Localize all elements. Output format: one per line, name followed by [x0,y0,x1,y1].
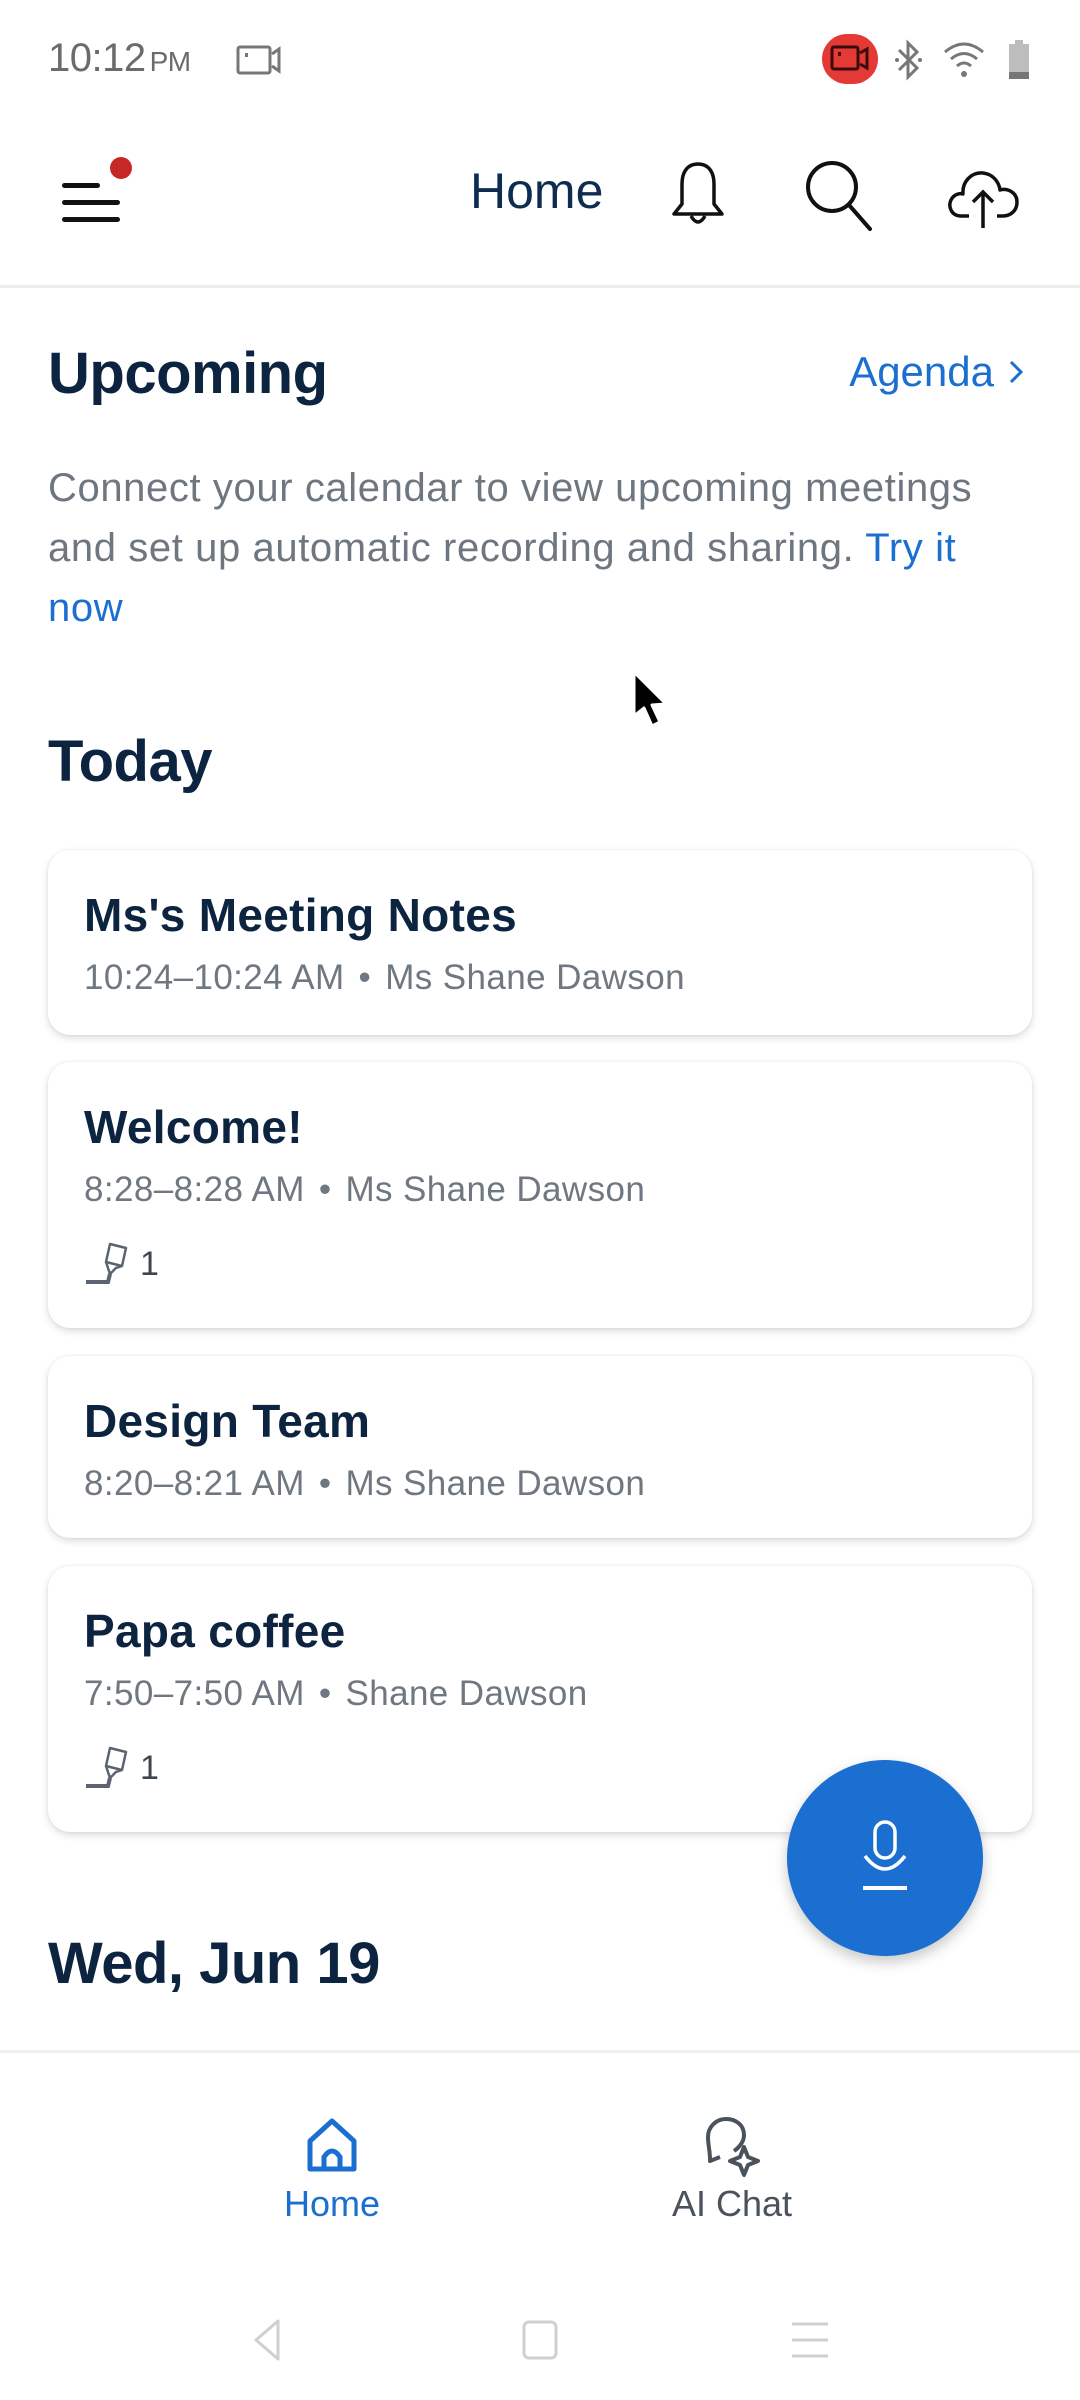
meeting-owner: Ms Shane Dawson [385,958,685,997]
status-time: 10:12 PM [48,36,191,81]
meeting-card[interactable]: Ms's Meeting Notes 10:24–10:24 AM • Ms Sha… [48,850,1032,1035]
agenda-link[interactable]: Agenda [849,348,1024,396]
meeting-meta: 10:24–10:24 AM • Ms Shane Dawson [84,958,685,997]
back-button[interactable] [238,2310,298,2370]
page-title: Home [470,163,604,219]
home-icon [307,2118,357,2172]
nav-ai-chat-label: AI Chat [671,2183,793,2224]
meeting-owner: Ms Shane Dawson [345,1464,646,1503]
nav-ai-chat[interactable]: AI Chat [612,2117,852,2225]
ai-chat-icon [706,2117,760,2177]
meeting-meta: 8:28–8:28 AM • Ms Shane Dawson [84,1170,646,1209]
calendar-connect-prompt: Connect your calendar to view upcoming m… [48,458,1028,638]
battery-icon [1008,40,1030,85]
meeting-owner: Ms Shane Dawson [345,1170,646,1209]
mouse-cursor-icon [630,668,670,728]
bluetooth-icon [893,38,923,87]
nav-home[interactable]: Home [212,2117,452,2225]
upload-button[interactable] [945,150,1025,240]
highlights-count: 1 [84,1240,159,1288]
bottom-navigation: Home AI Chat [0,2050,1080,2240]
status-bar: 10:12 PM [0,0,1080,120]
highlighter-icon [86,1746,128,1788]
time-text: 10:12 [48,36,146,80]
meeting-time: 10:24–10:24 AM [84,958,345,997]
meeting-card[interactable]: Welcome! 8:28–8:28 AM • Ms Shane Dawson 1 [48,1062,1032,1328]
date-heading: Wed, Jun 19 [48,1931,380,1996]
microphone-icon [863,1820,907,1890]
meeting-owner: Shane Dawson [345,1674,588,1713]
today-heading: Today [48,729,213,794]
meeting-title: Ms's Meeting Notes [84,889,517,941]
calendar-connect-text: Connect your calendar to view upcoming m… [48,466,973,570]
system-navigation [0,2270,1080,2400]
screen-record-icon [236,44,282,81]
meeting-title: Papa coffee [84,1605,346,1657]
chevron-right-icon [1009,360,1024,384]
home-system-button[interactable] [510,2310,570,2370]
search-button[interactable] [800,150,880,240]
meeting-time: 7:50–7:50 AM [84,1674,305,1713]
meeting-meta: 7:50–7:50 AM • Shane Dawson [84,1674,588,1713]
recording-active-icon [822,34,878,84]
record-button[interactable] [787,1760,983,1956]
wifi-icon [942,40,986,85]
highlights-number: 1 [140,1244,159,1283]
highlights-number: 1 [140,1748,159,1787]
notification-dot [110,157,132,179]
square-icon [522,2320,558,2360]
highlights-count: 1 [84,1744,159,1792]
bell-icon [672,162,724,224]
cloud-upload-icon [948,171,1019,228]
back-icon [254,2319,280,2361]
highlighter-icon [86,1242,128,1284]
search-icon [806,161,872,231]
meeting-time: 8:20–8:21 AM [84,1464,305,1503]
meeting-time: 8:28–8:28 AM [84,1170,305,1209]
nav-home-label: Home [283,2183,381,2224]
recents-icon [792,2322,828,2358]
app-header: Home [0,120,1080,288]
meeting-title: Design Team [84,1395,371,1447]
ampm-text: PM [149,46,192,77]
meeting-card[interactable]: Design Team 8:20–8:21 AM • Ms Shane Dawson [48,1356,1032,1538]
meeting-meta: 8:20–8:21 AM • Ms Shane Dawson [84,1464,646,1503]
meeting-title: Welcome! [84,1101,303,1153]
recents-button[interactable] [780,2310,840,2370]
agenda-label: Agenda [849,348,994,395]
notifications-button[interactable] [658,150,738,240]
upcoming-heading: Upcoming [48,341,328,406]
